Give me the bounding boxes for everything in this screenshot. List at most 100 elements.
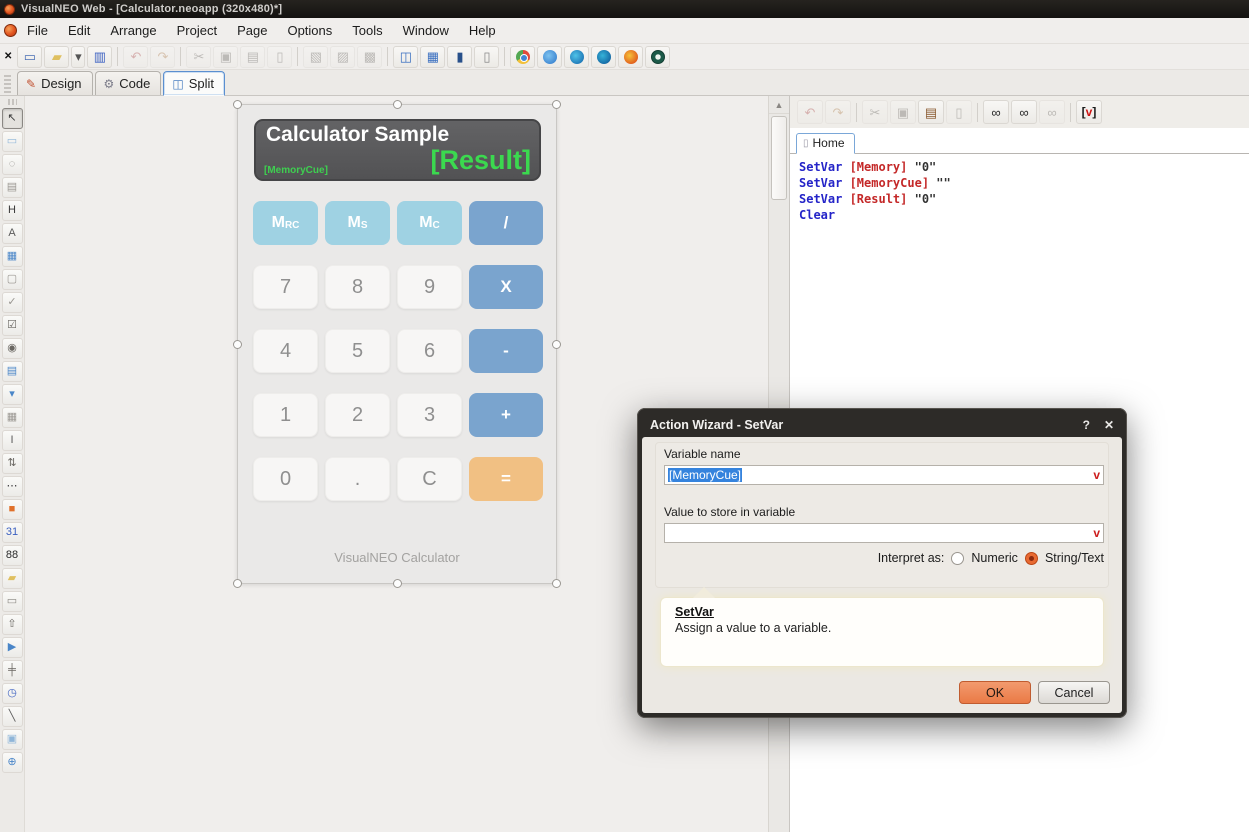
preview-firefox-button[interactable] <box>618 46 643 68</box>
calc-button-6[interactable]: 6 <box>397 329 462 373</box>
resize-handle[interactable] <box>233 340 242 349</box>
preview-edge-button[interactable] <box>564 46 589 68</box>
dialog-title-bar[interactable]: Action Wizard - SetVar ? ✕ <box>642 413 1122 437</box>
calc-button-minus[interactable]: - <box>469 329 543 373</box>
variable-name-input[interactable]: [MemoryCue] v <box>664 465 1104 485</box>
resize-handle[interactable] <box>233 100 242 109</box>
radio-numeric-label[interactable]: Numeric <box>971 551 1018 565</box>
tool-folder[interactable]: ▰ <box>2 568 23 589</box>
calc-button-clear[interactable]: C <box>397 457 462 501</box>
resize-handle[interactable] <box>393 579 402 588</box>
close-toolbar-icon[interactable]: ✕ <box>2 51 16 62</box>
tool-heading[interactable]: H <box>2 200 23 221</box>
insert-variable-button[interactable]: v <box>1076 100 1102 124</box>
delete-button[interactable]: ▯ <box>267 46 292 68</box>
new-page-button[interactable]: ▯ <box>474 46 499 68</box>
cut-button[interactable]: ✂ <box>186 46 211 68</box>
tool-web-browser[interactable]: ⊕ <box>2 752 23 773</box>
tool-timer[interactable]: ◷ <box>2 683 23 704</box>
tool-listbox[interactable]: ▤ <box>2 361 23 382</box>
calc-button-divide[interactable]: / <box>469 201 543 245</box>
code-redo-button[interactable]: ↷ <box>825 100 851 124</box>
calc-button-8[interactable]: 8 <box>325 265 390 309</box>
run-preview-button[interactable]: ▦ <box>420 46 445 68</box>
preview-iexplorer-button[interactable] <box>537 46 562 68</box>
menu-file[interactable]: File <box>17 19 58 42</box>
menu-page[interactable]: Page <box>227 19 277 42</box>
code-delete-button[interactable]: ▯ <box>946 100 972 124</box>
paste-button[interactable]: ▤ <box>240 46 265 68</box>
tool-calendar[interactable]: 31 <box>2 522 23 543</box>
calc-button-multiply[interactable]: X <box>469 265 543 309</box>
tool-password-entry[interactable]: ⋯ <box>2 476 23 497</box>
value-input[interactable]: v <box>664 523 1104 543</box>
resize-handle[interactable] <box>552 340 561 349</box>
find-next-button[interactable]: ∞ <box>1011 100 1037 124</box>
undo-button[interactable]: ↶ <box>123 46 148 68</box>
tab-design[interactable]: ✎Design <box>17 71 93 95</box>
tool-text-area[interactable]: ▭ <box>2 591 23 612</box>
radio-numeric-icon[interactable] <box>951 552 964 565</box>
find-replace-button[interactable]: ∞ <box>1039 100 1065 124</box>
tool-image[interactable]: ▦ <box>2 246 23 267</box>
menu-edit[interactable]: Edit <box>58 19 100 42</box>
tool-slider[interactable]: ╪ <box>2 660 23 681</box>
radio-string-icon[interactable] <box>1025 552 1038 565</box>
tool-text-paragraph[interactable]: A <box>2 223 23 244</box>
tool-select-pointer[interactable]: ↖ <box>2 108 23 129</box>
code-cut-button[interactable]: ✂ <box>862 100 888 124</box>
scrollbar-thumb[interactable] <box>771 116 787 200</box>
code-paste-button[interactable]: ▤ <box>918 100 944 124</box>
tool-color-picker[interactable]: ■ <box>2 499 23 520</box>
calc-button-1[interactable]: 1 <box>253 393 318 437</box>
ok-button[interactable]: OK <box>959 681 1031 704</box>
tool-rectangle[interactable]: ▭ <box>2 131 23 152</box>
calculator-page-canvas[interactable]: Calculator Sample [Result] [MemoryCue] M… <box>237 104 557 584</box>
calc-button-3[interactable]: 3 <box>397 393 462 437</box>
calc-button-2[interactable]: 2 <box>325 393 390 437</box>
preview-windows-button[interactable]: ◫ <box>393 46 418 68</box>
tool-line[interactable]: ╲ <box>2 706 23 727</box>
tool-frame[interactable]: ▣ <box>2 729 23 750</box>
resize-handle[interactable] <box>233 579 242 588</box>
radio-string-label[interactable]: String/Text <box>1045 551 1104 565</box>
menu-options[interactable]: Options <box>277 19 342 42</box>
dialog-help-icon[interactable]: ? <box>1083 418 1090 432</box>
tool-combobox[interactable]: ▾ <box>2 384 23 405</box>
tool-push-button[interactable]: ▤ <box>2 177 23 198</box>
calc-button-plus[interactable]: + <box>469 393 543 437</box>
code-copy-button[interactable]: ▣ <box>890 100 916 124</box>
preview-opera-button[interactable] <box>645 46 670 68</box>
open-project-button[interactable]: ▰ <box>44 46 69 68</box>
tab-home[interactable]: ▯ Home <box>796 133 855 154</box>
preview-chrome-button[interactable] <box>510 46 535 68</box>
cancel-button[interactable]: Cancel <box>1038 681 1110 704</box>
open-recent-dropdown-button[interactable]: ▾ <box>71 46 85 68</box>
arrange-button[interactable]: ▩ <box>357 46 382 68</box>
calc-button-mc[interactable]: MC <box>397 201 462 245</box>
calc-button-4[interactable]: 4 <box>253 329 318 373</box>
menu-arrange[interactable]: Arrange <box>100 19 166 42</box>
calc-button-ms[interactable]: MS <box>325 201 390 245</box>
new-project-button[interactable]: ▭ <box>17 46 42 68</box>
resize-handle[interactable] <box>393 100 402 109</box>
calc-button-mrc[interactable]: MRC <box>253 201 318 245</box>
calc-button-7[interactable]: 7 <box>253 265 318 309</box>
menu-window[interactable]: Window <box>393 19 459 42</box>
calc-button-0[interactable]: 0 <box>253 457 318 501</box>
menu-tools[interactable]: Tools <box>342 19 392 42</box>
group-button[interactable]: ▧ <box>303 46 328 68</box>
calculator-display[interactable]: Calculator Sample [Result] [MemoryCue] <box>254 119 541 181</box>
calc-button-equals[interactable]: = <box>469 457 543 501</box>
calc-button-decimal[interactable]: . <box>325 457 390 501</box>
preview-edge-dev-button[interactable] <box>591 46 616 68</box>
tool-checkbox[interactable]: ☑ <box>2 315 23 336</box>
find-button[interactable]: ∞ <box>983 100 1009 124</box>
tool-radio-button[interactable]: ◉ <box>2 338 23 359</box>
redo-button[interactable]: ↷ <box>150 46 175 68</box>
resize-handle[interactable] <box>552 100 561 109</box>
tool-spinner[interactable]: ⇅ <box>2 453 23 474</box>
tool-upload[interactable]: ⇧ <box>2 614 23 635</box>
variable-dropdown-icon[interactable]: v <box>1093 526 1100 540</box>
menu-project[interactable]: Project <box>167 19 227 42</box>
